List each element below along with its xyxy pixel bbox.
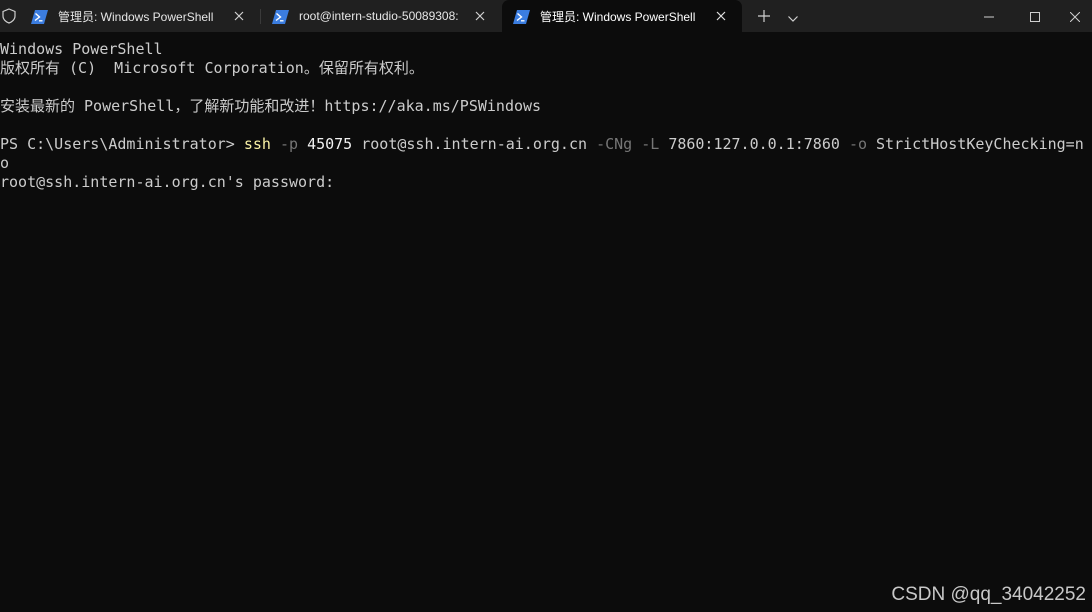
tab-label: 管理员: Windows PowerShell xyxy=(58,9,214,24)
shield-icon xyxy=(0,7,18,25)
close-icon[interactable] xyxy=(714,9,728,23)
option-value: StrictHostKeyChecking=n xyxy=(876,135,1084,153)
tab-dropdown-button[interactable] xyxy=(781,0,805,32)
forward-value: 7860:127.0.0.1:7860 xyxy=(668,135,840,153)
host-value: root@ssh.intern-ai.org.cn xyxy=(361,135,588,153)
new-tab-button[interactable] xyxy=(750,0,778,32)
chevron-down-icon xyxy=(788,7,798,26)
option-cng: -CNg xyxy=(596,135,633,153)
terminal-content[interactable]: Windows PowerShell 版权所有 (C) Microsoft Co… xyxy=(0,32,1092,612)
tab-ssh-session[interactable]: root@intern-studio-50089308: xyxy=(261,0,501,32)
tab-label: root@intern-studio-50089308: xyxy=(299,9,459,23)
powershell-icon xyxy=(272,9,289,24)
powershell-icon xyxy=(513,9,530,24)
option-o: -o xyxy=(848,135,867,153)
minimize-icon xyxy=(984,7,994,26)
close-window-button[interactable] xyxy=(1058,0,1092,32)
tab-powershell-admin-active[interactable]: 管理员: Windows PowerShell xyxy=(502,0,742,32)
minimize-button[interactable] xyxy=(966,0,1012,32)
powershell-icon xyxy=(31,9,48,24)
close-icon[interactable] xyxy=(232,9,246,23)
install-link: https://aka.ms/PSWindows xyxy=(324,97,542,115)
option-l: -L xyxy=(641,135,660,153)
header-line: Windows PowerShell xyxy=(0,40,163,58)
install-line: 安装最新的 PowerShell，了解新功能和改进！https://aka.ms… xyxy=(0,97,541,116)
copyright-line: 版权所有 (C) Microsoft Corporation。保留所有权利。 xyxy=(0,59,424,77)
watermark: CSDN @qq_34042252 xyxy=(891,584,1086,605)
password-prompt: root@ssh.intern-ai.org.cn's password: xyxy=(0,173,335,191)
tab-label: 管理员: Windows PowerShell xyxy=(540,9,696,24)
port-value: 45075 xyxy=(307,135,353,153)
close-icon[interactable] xyxy=(473,9,487,23)
maximize-button[interactable] xyxy=(1012,0,1058,32)
tab-powershell-admin-1[interactable]: 管理员: Windows PowerShell xyxy=(20,0,260,32)
install-text: 安装最新的 PowerShell，了解新功能和改进！ xyxy=(0,97,325,115)
ssh-command: ssh xyxy=(243,135,271,153)
command-wrap-line: o xyxy=(0,154,10,172)
plus-icon xyxy=(758,7,770,26)
close-icon xyxy=(1069,7,1081,26)
maximize-icon xyxy=(1030,7,1040,26)
prompt: PS C:\Users\Administrator> xyxy=(0,135,235,153)
command-line: PS C:\Users\Administrator> ssh -p 45075 … xyxy=(0,135,1084,154)
option-p: -p xyxy=(279,135,299,153)
title-bar: 管理员: Windows PowerShell root@intern-stud… xyxy=(0,0,1092,32)
